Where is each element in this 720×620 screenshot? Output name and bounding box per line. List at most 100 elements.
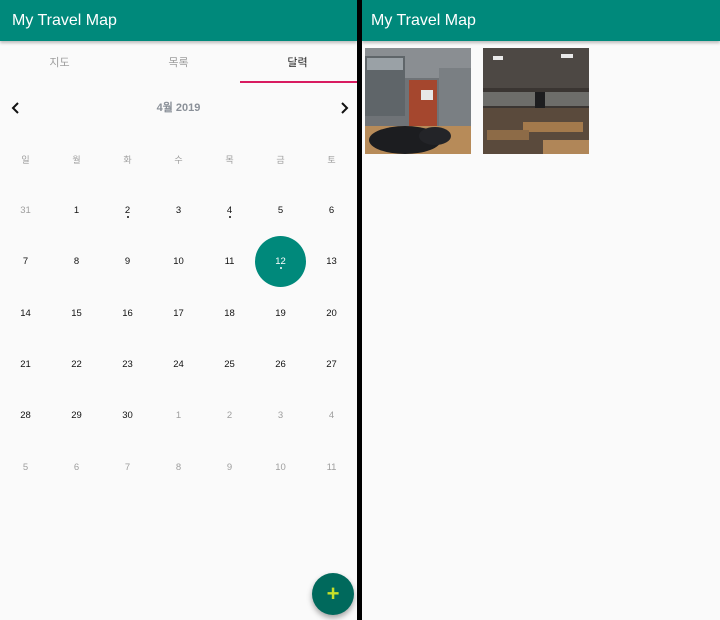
calendar-day-number: 6 bbox=[328, 205, 335, 217]
calendar-day-number: 9 bbox=[124, 256, 131, 268]
weekday-label: 월 bbox=[72, 155, 81, 165]
calendar-day[interactable]: 7 bbox=[0, 236, 51, 287]
calendar-day[interactable]: 19 bbox=[255, 288, 306, 339]
calendar-day-number: 16 bbox=[122, 307, 133, 319]
calendar-day-number: 4 bbox=[226, 205, 233, 217]
calendar-day[interactable]: 26 bbox=[255, 339, 306, 390]
event-dot bbox=[126, 216, 129, 218]
calendar-day-number: 2 bbox=[226, 410, 233, 422]
calendar-day[interactable]: 30 bbox=[102, 390, 153, 441]
calendar-day-number: 28 bbox=[20, 410, 31, 422]
calendar-day[interactable]: 4 bbox=[306, 390, 357, 441]
weekday-label: 토 bbox=[327, 155, 336, 165]
app-bar: My Travel Map bbox=[362, 0, 720, 41]
calendar-day[interactable]: 4 bbox=[204, 185, 255, 236]
calendar-day[interactable]: 5 bbox=[255, 185, 306, 236]
calendar-day-number: 31 bbox=[20, 205, 31, 217]
calendar-day[interactable]: 8 bbox=[153, 441, 204, 492]
app-bar: My Travel Map bbox=[0, 0, 357, 41]
calendar-day-number: 7 bbox=[124, 461, 131, 473]
calendar-day-number: 26 bbox=[275, 359, 286, 371]
calendar-day[interactable]: 29 bbox=[51, 390, 102, 441]
calendar-day-number: 1 bbox=[175, 410, 182, 422]
weekday-label: 금 bbox=[276, 155, 285, 165]
calendar-day-number: 29 bbox=[71, 410, 82, 422]
calendar-day[interactable]: 18 bbox=[204, 288, 255, 339]
calendar-day-number: 3 bbox=[175, 205, 182, 217]
calendar-day-number: 11 bbox=[326, 461, 337, 473]
calendar-day[interactable]: 6 bbox=[51, 441, 102, 492]
event-dot bbox=[279, 267, 282, 270]
tab-bar: 지도 목록 달력 bbox=[0, 41, 357, 83]
calendar-day[interactable]: 23 bbox=[102, 339, 153, 390]
month-label: 4월 2019 bbox=[156, 102, 201, 114]
calendar-day[interactable]: 22 bbox=[51, 339, 102, 390]
calendar-day[interactable]: 10 bbox=[153, 236, 204, 287]
calendar-day-number: 10 bbox=[275, 461, 286, 473]
calendar-day[interactable]: 27 bbox=[306, 339, 357, 390]
chevron-right-icon[interactable] bbox=[334, 98, 354, 118]
calendar-day[interactable]: 31 bbox=[0, 185, 51, 236]
calendar-day[interactable]: 3 bbox=[255, 390, 306, 441]
calendar-day[interactable]: 1 bbox=[153, 390, 204, 441]
calendar-day[interactable]: 20 bbox=[306, 288, 357, 339]
calendar-day[interactable]: 16 bbox=[102, 288, 153, 339]
calendar-day-number: 13 bbox=[326, 256, 337, 268]
calendar-day[interactable]: 25 bbox=[204, 339, 255, 390]
event-dot bbox=[228, 216, 231, 218]
app-title: My Travel Map bbox=[371, 11, 476, 29]
calendar-day[interactable]: 17 bbox=[153, 288, 204, 339]
photo-thumbnail[interactable] bbox=[483, 48, 589, 154]
tab-calendar[interactable]: 달력 bbox=[238, 41, 357, 83]
weekday-label: 목 bbox=[225, 155, 234, 165]
calendar-day-number: 18 bbox=[224, 307, 235, 319]
calendar-day[interactable]: 21 bbox=[0, 339, 51, 390]
calendar-day[interactable]: 1 bbox=[51, 185, 102, 236]
calendar-day-number: 27 bbox=[326, 359, 337, 371]
calendar-day[interactable]: 14 bbox=[0, 288, 51, 339]
calendar-day[interactable]: 7 bbox=[102, 441, 153, 492]
calendar-day-number: 11 bbox=[224, 256, 235, 268]
calendar-day-selected[interactable]: 12 bbox=[255, 236, 306, 288]
calendar-day-number: 9 bbox=[226, 461, 233, 473]
calendar-day[interactable]: 24 bbox=[153, 339, 204, 390]
tab-list[interactable]: 목록 bbox=[119, 41, 238, 83]
calendar-day[interactable]: 3 bbox=[153, 185, 204, 236]
calendar-day[interactable]: 10 bbox=[255, 441, 306, 492]
calendar-day-number: 14 bbox=[20, 307, 31, 319]
calendar-day[interactable]: 28 bbox=[0, 390, 51, 441]
weekday-header: 일월화수목금토 bbox=[0, 134, 357, 185]
calendar-day-number: 2 bbox=[124, 205, 131, 217]
calendar-day[interactable]: 8 bbox=[51, 236, 102, 287]
calendar-day[interactable]: 11 bbox=[306, 441, 357, 492]
calendar-day[interactable]: 13 bbox=[306, 236, 357, 287]
calendar-day-number: 24 bbox=[173, 359, 184, 371]
calendar-day-number: 10 bbox=[173, 256, 184, 268]
calendar-screen: My Travel Map 지도 목록 달력 4월 2019 일 월 화 수 목 금 토 3… bbox=[0, 0, 357, 620]
calendar-day[interactable]: 6 bbox=[306, 185, 357, 236]
month-navigation: 4월 2019 bbox=[0, 83, 357, 133]
calendar-day-number: 8 bbox=[175, 461, 182, 473]
weekday-label: 화 bbox=[123, 155, 132, 165]
calendar-day[interactable]: 9 bbox=[102, 236, 153, 287]
calendar-day[interactable]: 2 bbox=[204, 390, 255, 441]
add-button[interactable]: + bbox=[312, 573, 354, 615]
app-title: My Travel Map bbox=[12, 11, 117, 29]
tab-calendar-label: 달력 bbox=[287, 57, 308, 69]
weekday-label: 일 bbox=[21, 155, 30, 165]
calendar-day[interactable]: 11 bbox=[204, 236, 255, 287]
calendar-day-number: 30 bbox=[122, 410, 133, 422]
calendar-day-number: 12 bbox=[275, 256, 286, 268]
calendar-day-number: 20 bbox=[326, 307, 337, 319]
calendar-day[interactable]: 15 bbox=[51, 288, 102, 339]
calendar-day[interactable]: 2 bbox=[102, 185, 153, 236]
calendar-day[interactable]: 9 bbox=[204, 441, 255, 492]
calendar-day-number: 22 bbox=[71, 359, 82, 371]
photo-screen: My Travel Map bbox=[362, 0, 720, 620]
calendar-day[interactable]: 5 bbox=[0, 441, 51, 492]
calendar-day-number: 7 bbox=[22, 256, 29, 268]
weekday-label: 수 bbox=[174, 155, 183, 165]
tab-map[interactable]: 지도 bbox=[0, 41, 119, 83]
calendar-day-number: 21 bbox=[20, 359, 31, 371]
photo-thumbnail[interactable] bbox=[365, 48, 471, 154]
